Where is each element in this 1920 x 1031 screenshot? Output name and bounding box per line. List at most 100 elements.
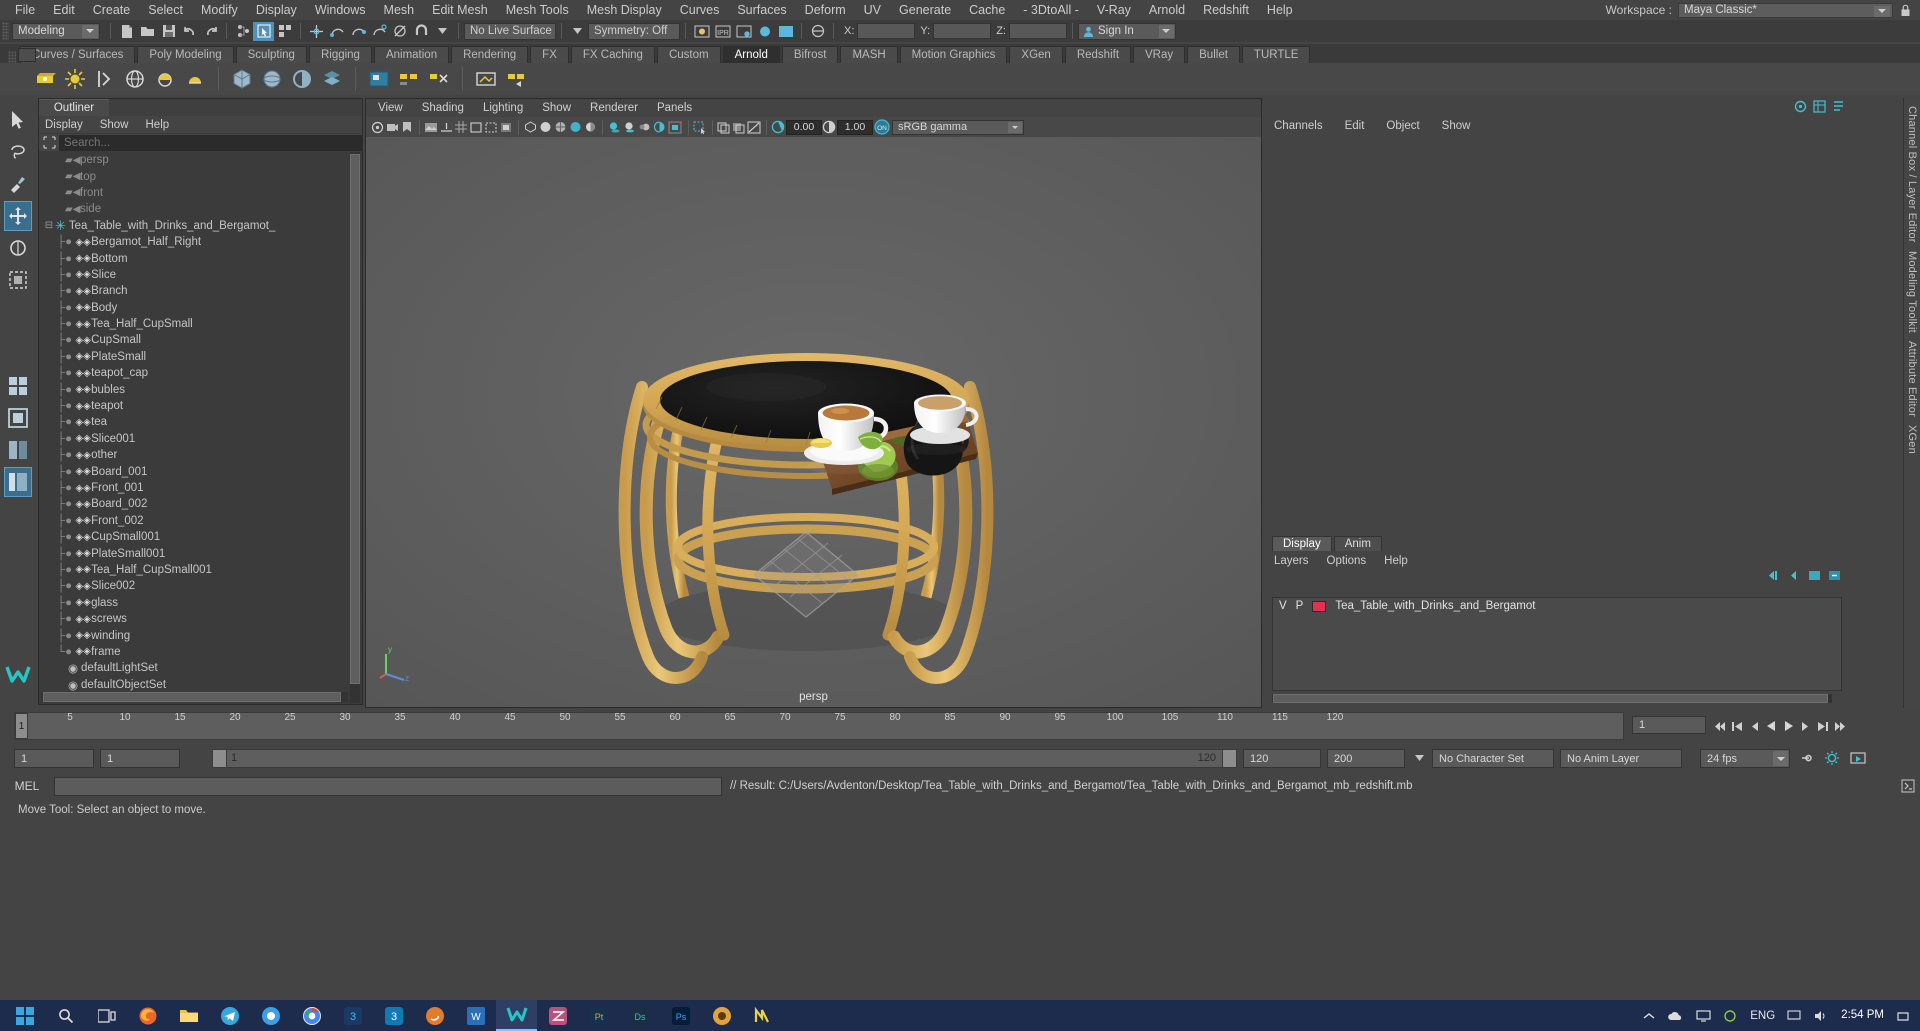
- taskbar-app-word-icon[interactable]: W: [455, 1000, 496, 1031]
- menu-curves[interactable]: Curves: [671, 0, 729, 20]
- resolution-gate-icon[interactable]: [484, 119, 498, 135]
- expand-collapse-icon[interactable]: ⊟: [43, 220, 55, 231]
- task-view-icon[interactable]: [86, 1000, 127, 1031]
- outliner-child-row[interactable]: ├● ◈◈ Front_001: [39, 480, 350, 496]
- outliner-item-default-light-set[interactable]: ◉ defaultLightSet: [39, 660, 350, 676]
- outliner-child-row[interactable]: ├● ◈◈ teapot_cap: [39, 365, 350, 381]
- animation-preferences-icon[interactable]: [1824, 750, 1841, 767]
- outliner-child-row[interactable]: ├● ◈◈ Slice002: [39, 578, 350, 594]
- outliner-tree[interactable]: ▰◀ persp ▰◀ top ▰◀ front ▰◀ side ⊟ ✳ Tea…: [39, 152, 350, 703]
- outliner-item-side[interactable]: ▰◀ side: [39, 201, 350, 217]
- menu-edit[interactable]: Edit: [44, 0, 84, 20]
- menu-file[interactable]: File: [6, 0, 44, 20]
- outliner-horizontal-scrollbar[interactable]: [41, 692, 348, 702]
- layer-prev-icon[interactable]: [1788, 570, 1801, 584]
- chevron-down-icon[interactable]: [1158, 24, 1174, 38]
- script-editor-icon[interactable]: [1900, 778, 1916, 794]
- shelf-tab-animation[interactable]: Animation: [373, 46, 450, 63]
- open-scene-icon[interactable]: [137, 22, 158, 41]
- select-camera-icon[interactable]: [370, 119, 384, 135]
- outliner-item-root[interactable]: ⊟ ✳ Tea_Table_with_Drinks_and_Bergamot_: [39, 218, 350, 234]
- menu-3dtoall[interactable]: - 3DtoAll -: [1014, 0, 1088, 20]
- menu-mesh[interactable]: Mesh: [375, 0, 424, 20]
- anim-end-field[interactable]: 200: [1327, 749, 1405, 768]
- layer-menu-layers[interactable]: Layers: [1274, 555, 1309, 567]
- tray-volume-icon[interactable]: [1814, 1010, 1829, 1022]
- playback-range-bar[interactable]: 1 120: [212, 749, 1237, 768]
- menu-help[interactable]: Help: [1258, 0, 1302, 20]
- camera-attributes-icon[interactable]: [385, 119, 399, 135]
- new-layer-icon[interactable]: [1808, 570, 1821, 584]
- outliner-child-row[interactable]: ├● ◈◈ other: [39, 447, 350, 463]
- outliner-item-default-object-set[interactable]: ◉ defaultObjectSet: [39, 677, 350, 693]
- command-language-label[interactable]: MEL: [0, 779, 54, 793]
- shelf-tab-redshift[interactable]: Redshift: [1064, 46, 1132, 63]
- hypershade-icon[interactable]: [754, 22, 775, 41]
- use-lights-icon[interactable]: [583, 119, 597, 135]
- outliner-child-row[interactable]: ├● ◈◈ Bottom: [39, 250, 350, 266]
- outliner-persp-layout-icon[interactable]: [4, 467, 32, 497]
- menu-mesh-tools[interactable]: Mesh Tools: [497, 0, 578, 20]
- tray-expand-icon[interactable]: [1643, 1012, 1655, 1020]
- chevron-down-icon[interactable]: [1874, 5, 1890, 17]
- menu-select[interactable]: Select: [139, 0, 192, 20]
- outliner-menu-show[interactable]: Show: [100, 119, 129, 131]
- outliner-child-row[interactable]: ├● ◈◈ Branch: [39, 283, 350, 299]
- lock-icon[interactable]: [1899, 3, 1912, 18]
- start-button-icon[interactable]: [4, 1000, 45, 1031]
- render-current-frame-icon[interactable]: [691, 22, 712, 41]
- range-right-handle[interactable]: [1222, 750, 1236, 767]
- magnet-icon[interactable]: [411, 22, 432, 41]
- menu-edit-mesh[interactable]: Edit Mesh: [423, 0, 497, 20]
- shelf-tab-mash[interactable]: MASH: [840, 46, 898, 63]
- render-view-icon[interactable]: [775, 22, 796, 41]
- taskbar-app-photoshop3-icon[interactable]: 3: [332, 1000, 373, 1031]
- channelbox-menu-edit[interactable]: Edit: [1345, 120, 1365, 132]
- outliner-child-row[interactable]: ├● ◈◈ PlateSmall001: [39, 545, 350, 561]
- menu-deform[interactable]: Deform: [796, 0, 855, 20]
- time-slider[interactable]: 1 5 10 15 20 25 30 35 40 45 50 55 60 65 …: [14, 712, 1624, 740]
- taskbar-app-substance-icon[interactable]: [414, 1000, 455, 1031]
- fps-selector[interactable]: 24 fps: [1700, 749, 1790, 768]
- bookmark-icon[interactable]: [400, 119, 414, 135]
- menu-cache[interactable]: Cache: [960, 0, 1014, 20]
- color-management-selector[interactable]: sRGB gamma: [892, 119, 1024, 135]
- chevron-down-icon[interactable]: [82, 24, 98, 38]
- snap-grid-icon[interactable]: [306, 22, 327, 41]
- film-gate-icon[interactable]: [469, 119, 483, 135]
- single-view-layout-icon[interactable]: [4, 403, 32, 433]
- channel-box-icon[interactable]: [1813, 100, 1826, 116]
- anim-start-field[interactable]: 1: [14, 749, 94, 768]
- taskbar-app-telegram-icon[interactable]: [209, 1000, 250, 1031]
- arnold-render-sequence-icon[interactable]: [394, 64, 424, 94]
- viewport-display-quality-icon[interactable]: [667, 119, 683, 135]
- step-back-key-icon[interactable]: [1729, 717, 1745, 736]
- chevron-down-icon[interactable]: [1773, 751, 1788, 766]
- shelf-tab-curves-surfaces[interactable]: Curves / Surfaces: [20, 46, 136, 63]
- select-hierarchy-icon[interactable]: [232, 22, 253, 41]
- snap-curve-icon[interactable]: [327, 22, 348, 41]
- taskbar-app-files-icon[interactable]: [168, 1000, 209, 1031]
- shelf-tab-xgen[interactable]: XGen: [1009, 46, 1063, 63]
- render-settings-icon[interactable]: [733, 22, 754, 41]
- arnold-directional-light-icon[interactable]: [90, 64, 120, 94]
- outliner-item-persp[interactable]: ▰◀ persp: [39, 152, 350, 168]
- gamma-icon[interactable]: [822, 119, 836, 135]
- viewport-menu-view[interactable]: View: [378, 102, 403, 114]
- tray-cloud-icon[interactable]: [1667, 1010, 1684, 1022]
- shadows-icon[interactable]: [607, 119, 621, 135]
- anti-aliasing-icon[interactable]: [652, 119, 666, 135]
- range-end-field[interactable]: 120: [1243, 749, 1321, 768]
- new-layer-from-selection-icon[interactable]: [1828, 570, 1841, 584]
- tab-anim-layers[interactable]: Anim: [1333, 536, 1382, 551]
- symmetry-field[interactable]: Symmetry: Off: [588, 22, 680, 40]
- go-to-end-icon[interactable]: [1831, 717, 1847, 736]
- shelf-tab-turtle[interactable]: TURTLE: [1241, 46, 1311, 63]
- range-left-handle[interactable]: [213, 750, 227, 767]
- viewport-menu-renderer[interactable]: Renderer: [590, 102, 638, 114]
- shelf-tab-vray[interactable]: VRay: [1133, 46, 1186, 63]
- menu-redshift[interactable]: Redshift: [1194, 0, 1258, 20]
- outliner-search-input[interactable]: [59, 134, 362, 151]
- four-view-layout-icon[interactable]: [4, 371, 32, 401]
- undo-icon[interactable]: [179, 22, 200, 41]
